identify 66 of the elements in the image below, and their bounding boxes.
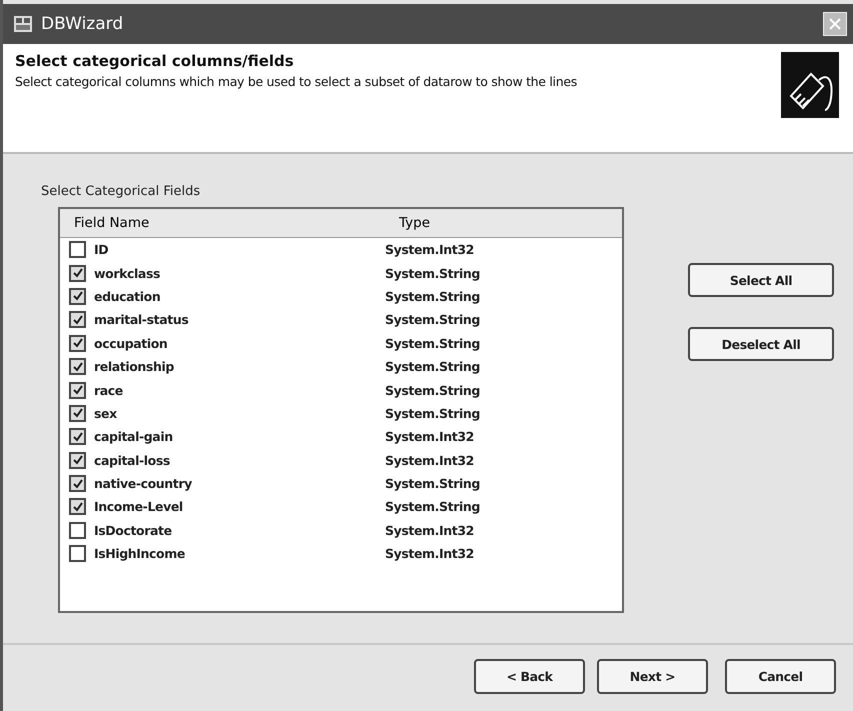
checkbox[interactable] [69,382,86,399]
field-type: System.String [385,359,481,374]
checkbox[interactable] [69,404,86,422]
check-icon [72,408,82,418]
field-type: System.String [385,499,481,514]
field-type: System.String [385,406,481,421]
check-icon [72,362,82,372]
window-title: DBWizard [41,14,124,34]
checkbox[interactable] [69,475,86,492]
check-icon [72,432,82,442]
field-name: native-country [94,476,192,492]
checkbox[interactable] [69,452,86,469]
check-icon [72,314,82,325]
field-type: System.Int32 [385,242,475,258]
field-type: System.Int32 [385,546,475,562]
checkbox[interactable] [69,334,86,352]
field-name: race [94,382,123,398]
field-type: System.String [385,382,481,398]
checkbox[interactable] [69,428,86,446]
checkbox[interactable] [69,522,86,539]
field-name: capital-gain [94,429,173,444]
field-type: System.String [385,476,481,492]
checkbox[interactable] [69,241,86,258]
check-icon [72,478,82,489]
check-icon [72,291,82,302]
group-label: Select Categorical Fields [41,184,202,199]
check-icon [72,502,82,512]
check-icon [72,338,82,348]
field-type: System.Int32 [385,429,475,444]
checkbox[interactable] [69,288,86,305]
wizard-button[interactable]: < Back [474,659,585,694]
field-name: IsHighIncome [94,546,185,562]
field-name: occupation [94,336,168,351]
check-icon [72,268,82,278]
close-icon [829,18,841,30]
page-title: Select categorical columns/fields [15,52,295,70]
field-name: workclass [94,266,160,281]
wizard-button[interactable]: Cancel [725,659,836,694]
field-name: education [94,288,160,304]
column-header[interactable]: Field Name [60,215,385,231]
field-type: System.String [385,312,481,328]
field-name: relationship [94,359,174,374]
field-name: capital-loss [94,452,170,468]
field-name: ID [94,242,108,258]
select-button[interactable]: Deselect All [688,327,834,361]
column-header[interactable]: Type [385,215,622,231]
field-name: marital-status [94,312,188,328]
app-icon [13,15,33,33]
field-name: IsDoctorate [94,522,172,538]
field-type: System.Int32 [385,452,475,468]
field-type: System.String [385,288,481,304]
page-description: Select categorical columns which may be used to select a subset of datarow to show the lines [15,74,578,89]
check-icon [72,385,82,396]
field-type: System.String [385,266,481,281]
checkbox[interactable] [69,311,86,328]
check-icon [72,455,82,466]
select-button[interactable]: Select All [688,263,834,297]
checkbox[interactable] [69,358,86,376]
field-name: sex [94,406,117,421]
checkbox[interactable] [69,498,86,516]
checkbox[interactable] [69,545,86,562]
field-type: System.Int32 [385,522,475,538]
field-type: System.String [385,336,481,351]
wizard-button[interactable]: Next > [597,659,708,694]
checkbox[interactable] [69,264,86,282]
field-name: Income-Level [94,499,183,514]
